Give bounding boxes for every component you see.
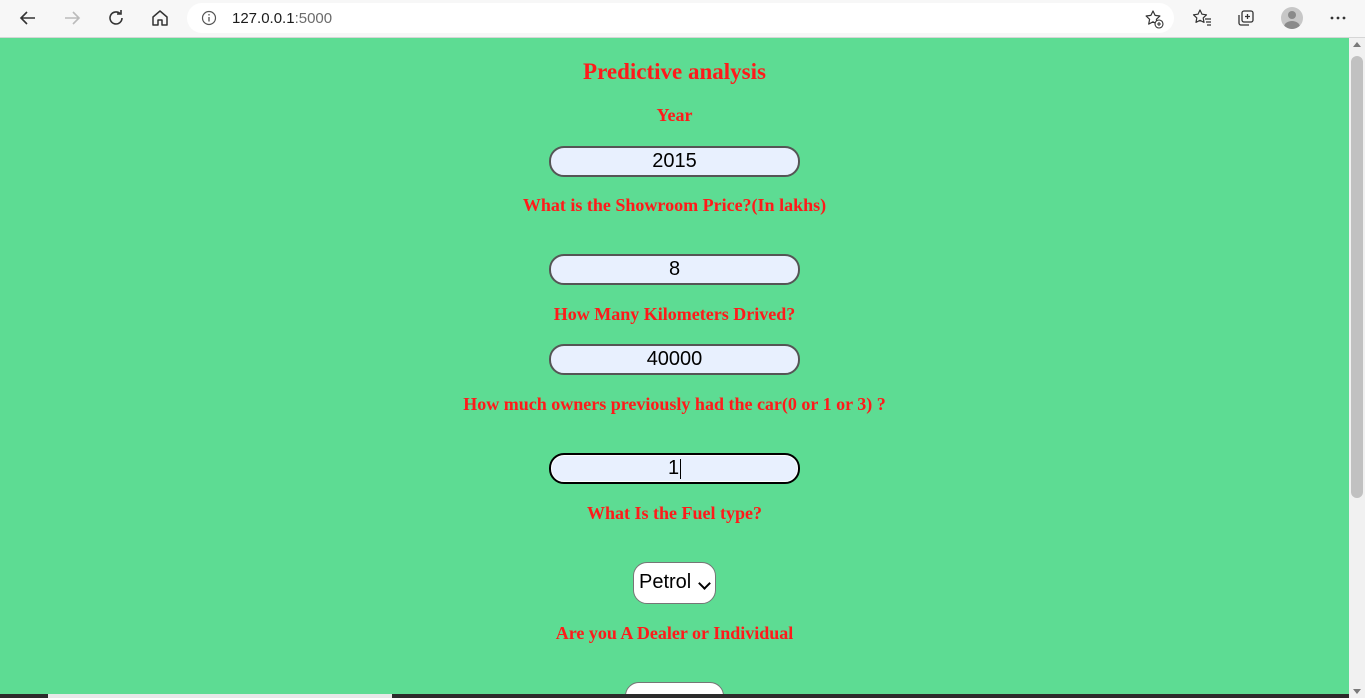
fuel-type-label: What Is the Fuel type? [587,503,762,523]
browser-toolbar: 127.0.0.1:5000 [0,0,1365,38]
more-button[interactable] [1323,4,1353,32]
page-title: Predictive analysis [583,59,766,84]
add-favorite-icon[interactable] [1144,9,1164,29]
kilometers-value: 40000 [646,348,703,370]
url-port: :5000 [294,10,333,27]
fuel-type-value: Petrol [639,571,692,593]
owners-value: 1 [667,457,680,479]
chevron-down-icon [698,577,711,590]
home-button[interactable] [145,4,175,32]
favorites-button[interactable] [1187,4,1217,32]
year-label: Year [656,105,693,125]
forward-button[interactable] [57,4,87,32]
back-button[interactable] [13,4,43,32]
kilometers-input[interactable]: 40000 [549,344,800,375]
address-url[interactable]: 127.0.0.1:5000 [232,10,332,27]
owners-label: How much owners previously had the car(0… [463,394,886,414]
more-icon [1330,16,1346,20]
scroll-up-icon[interactable] [1353,42,1361,47]
showroom-price-label: What is the Showroom Price?(In lakhs) [522,195,827,215]
reload-icon [109,10,123,25]
kilometers-label: How Many Kilometers Drived? [553,304,796,324]
back-icon [19,11,35,25]
collections-button[interactable] [1231,4,1261,32]
favorites-icon [1192,9,1211,26]
collections-icon [1238,10,1254,26]
reload-button[interactable] [101,4,131,32]
home-icon [152,10,168,26]
url-host: 127.0.0.1 [232,10,295,27]
year-value: 2015 [652,150,697,172]
owners-input[interactable]: 1 [549,453,800,484]
horizontal-scroll-thumb[interactable] [48,694,392,698]
address-bar[interactable]: 127.0.0.1:5000 [187,3,1174,33]
showroom-price-value: 8 [668,258,681,280]
forward-icon [65,11,81,25]
showroom-price-input[interactable]: 8 [549,254,800,285]
horizontal-scrollbar[interactable] [0,694,1349,698]
page-content: Predictive analysis Year 2015 What is th… [0,38,1349,698]
seller-type-label: Are you A Dealer or Individual [555,623,794,643]
fuel-type-select[interactable]: Petrol [633,562,716,604]
scroll-down-icon[interactable] [1353,689,1361,694]
profile-icon [1281,7,1303,29]
vertical-scrollbar[interactable] [1349,38,1365,698]
profile-button[interactable] [1277,4,1307,32]
text-caret [680,458,682,479]
scroll-thumb[interactable] [1351,56,1363,498]
year-input[interactable]: 2015 [549,146,800,177]
site-info-icon[interactable] [201,10,217,26]
